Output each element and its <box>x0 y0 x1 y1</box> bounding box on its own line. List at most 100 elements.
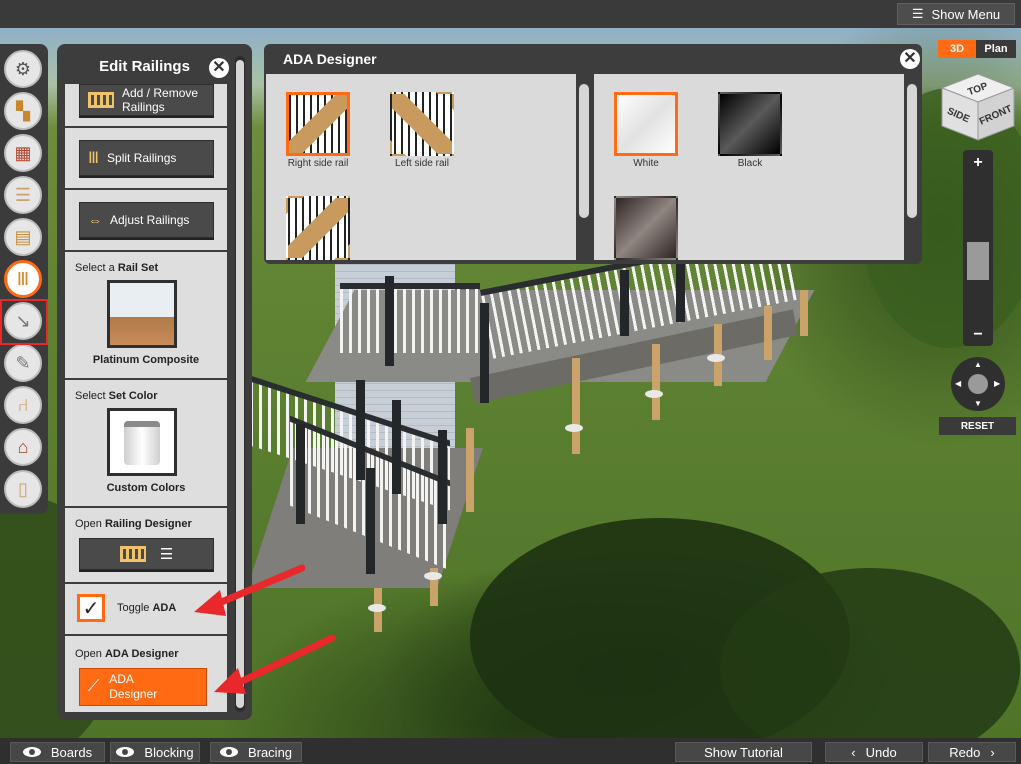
brick-icon: ▦ <box>14 142 32 163</box>
close-edit-railings-button[interactable]: ✕ <box>209 58 229 78</box>
reset-view-button[interactable]: RESET <box>939 417 1016 435</box>
railing-designer-bold: Railing Designer <box>104 518 192 530</box>
active-tool-highlight <box>0 299 48 345</box>
add-remove-railings-label: Add / Remove Railings <box>122 86 199 114</box>
toggle-ada-prefix: Toggle <box>117 602 153 614</box>
show-menu-button[interactable]: ☰ Show Menu <box>897 3 1015 25</box>
document-tool-button[interactable]: ▯ <box>4 470 42 508</box>
rail-option[interactable] <box>282 196 354 260</box>
house-icon: ⌂ <box>17 436 29 457</box>
show-menu-label: Show Menu <box>931 6 1001 22</box>
brick-tool-button[interactable]: ▦ <box>4 134 42 172</box>
rail-side-options: Right side rail Left side rail <box>266 74 576 260</box>
adjust-railings-label: Adjust Railings <box>110 213 190 227</box>
rail-option[interactable]: Left side rail <box>386 92 458 169</box>
pan-up-icon[interactable]: ▲ <box>974 360 982 369</box>
add-remove-railings-button[interactable]: Add / Remove Railings <box>79 84 214 116</box>
pan-control[interactable]: ▲ ▼ ◀ ▶ <box>951 357 1005 411</box>
bracing-label: Bracing <box>247 744 293 760</box>
ada-designer-panel: ADA Designer ✕ Right side rail Left side… <box>264 44 922 264</box>
toggle-blocking-button[interactable]: Blocking <box>110 742 200 762</box>
both-sides-rail-thumbnail <box>286 196 350 260</box>
set-color-thumbnail[interactable] <box>107 408 177 476</box>
railing-designer-prefix: Open <box>75 518 105 530</box>
hamburger-icon: ☰ <box>911 6 924 21</box>
show-tutorial-button[interactable]: Show Tutorial <box>675 742 812 762</box>
rail-set-thumbnail[interactable] <box>107 280 177 348</box>
screw-tool-button[interactable]: ✎ <box>4 344 42 382</box>
redo-label: Redo <box>949 744 981 760</box>
right-side-rail-thumbnail <box>286 92 350 156</box>
pan-right-icon[interactable]: ▶ <box>994 379 1000 388</box>
ada-designer-bold: ADA Designer <box>104 648 179 660</box>
zoom-in-button[interactable]: + <box>963 152 993 174</box>
pan-center-knob[interactable] <box>968 374 988 394</box>
zoom-out-button[interactable]: − <box>963 324 993 346</box>
footing <box>424 572 442 580</box>
house-tool-button[interactable]: ⌂ <box>4 428 42 466</box>
railing-icon <box>119 546 146 562</box>
furniture-tool-button[interactable]: ⑁ <box>4 386 42 424</box>
eye-icon <box>22 747 41 757</box>
rail-options-scrollbar[interactable] <box>576 74 592 260</box>
toggle-boards-button[interactable]: Boards <box>10 742 105 762</box>
zoom-slider-handle[interactable] <box>967 242 989 280</box>
split-railing-icon: Ⅲ <box>88 150 100 167</box>
view-plan-button[interactable]: Plan <box>976 40 1016 58</box>
color-option[interactable]: Black <box>714 92 786 169</box>
eye-icon <box>219 747 238 757</box>
split-railings-label: Split Railings <box>107 151 177 165</box>
toggle-ada-checkbox[interactable]: ✓ <box>77 594 105 622</box>
pan-left-icon[interactable]: ◀ <box>955 379 961 388</box>
ada-designer-title: ADA Designer <box>283 51 377 67</box>
boards-tool-button[interactable]: ☰ <box>4 176 42 214</box>
railing-designer-heading: Open Railing Designer <box>75 518 192 530</box>
deck-pile <box>800 290 808 336</box>
top-bar: ☰ Show Menu <box>0 0 1021 28</box>
view-mode-toggle: 3D Plan <box>938 40 1016 58</box>
edit-railings-title: Edit Railings <box>99 58 190 75</box>
ada-designer-section: Open ADA Designer ⟋ ADA Designer <box>65 636 227 712</box>
redo-button[interactable]: Redo › <box>928 742 1016 762</box>
toggle-bracing-button[interactable]: Bracing <box>210 742 302 762</box>
undo-button[interactable]: ‹ Undo <box>825 742 923 762</box>
set-color-heading: Select Set Color <box>75 390 158 402</box>
color-option[interactable] <box>610 196 682 260</box>
close-ada-designer-button[interactable]: ✕ <box>900 49 920 69</box>
railing-icon: Ⅲ <box>16 268 30 289</box>
split-railings-button[interactable]: Ⅲ Split Railings <box>79 140 214 176</box>
ada-designer-prefix: Open <box>75 648 105 660</box>
railing-post <box>385 276 394 366</box>
toggle-ada-bold: ADA <box>152 602 177 614</box>
boards-icon: ☰ <box>14 184 32 205</box>
view-3d-button[interactable]: 3D <box>938 40 976 58</box>
zoom-slider[interactable]: + − <box>963 150 993 346</box>
undo-label: Undo <box>865 744 897 760</box>
rail-set-section: Select a Rail Set Platinum Composite <box>65 252 227 380</box>
screw-icon: ✎ <box>15 352 31 373</box>
footing <box>368 604 386 612</box>
bronze-swatch <box>614 196 678 260</box>
pan-down-icon[interactable]: ▼ <box>974 399 982 408</box>
color-option[interactable]: White <box>610 92 682 169</box>
deck-tool-button[interactable]: ▤ <box>4 218 42 256</box>
rail-set-heading: Select a Rail Set <box>75 262 158 274</box>
white-swatch <box>614 92 678 156</box>
settings-tool-button[interactable]: ⚙ <box>4 50 42 88</box>
color-options-scrollbar[interactable] <box>904 74 920 260</box>
bottom-bar: Boards Blocking Bracing Show Tutorial ‹ … <box>0 738 1021 764</box>
adjust-railings-button[interactable]: ⇔ Adjust Railings <box>79 202 214 238</box>
railings-tool-button[interactable]: Ⅲ <box>4 260 42 298</box>
view-cube[interactable]: TOP SIDE FRONT <box>940 72 1016 142</box>
rail-set-bold: Rail Set <box>117 262 159 274</box>
set-color-prefix: Select <box>75 390 109 402</box>
rail-option[interactable]: Right side rail <box>282 92 354 169</box>
railing-post <box>356 380 365 480</box>
color-options-scroll-thumb[interactable] <box>907 84 917 218</box>
rail-options-scroll-thumb[interactable] <box>579 84 589 218</box>
deck-pile <box>764 306 772 360</box>
close-icon: ✕ <box>903 50 917 67</box>
open-ada-designer-button[interactable]: ⟋ ADA Designer <box>79 668 207 706</box>
structure-tool-button[interactable]: ▚ <box>4 92 42 130</box>
split-section: Ⅲ Split Railings <box>65 128 227 190</box>
